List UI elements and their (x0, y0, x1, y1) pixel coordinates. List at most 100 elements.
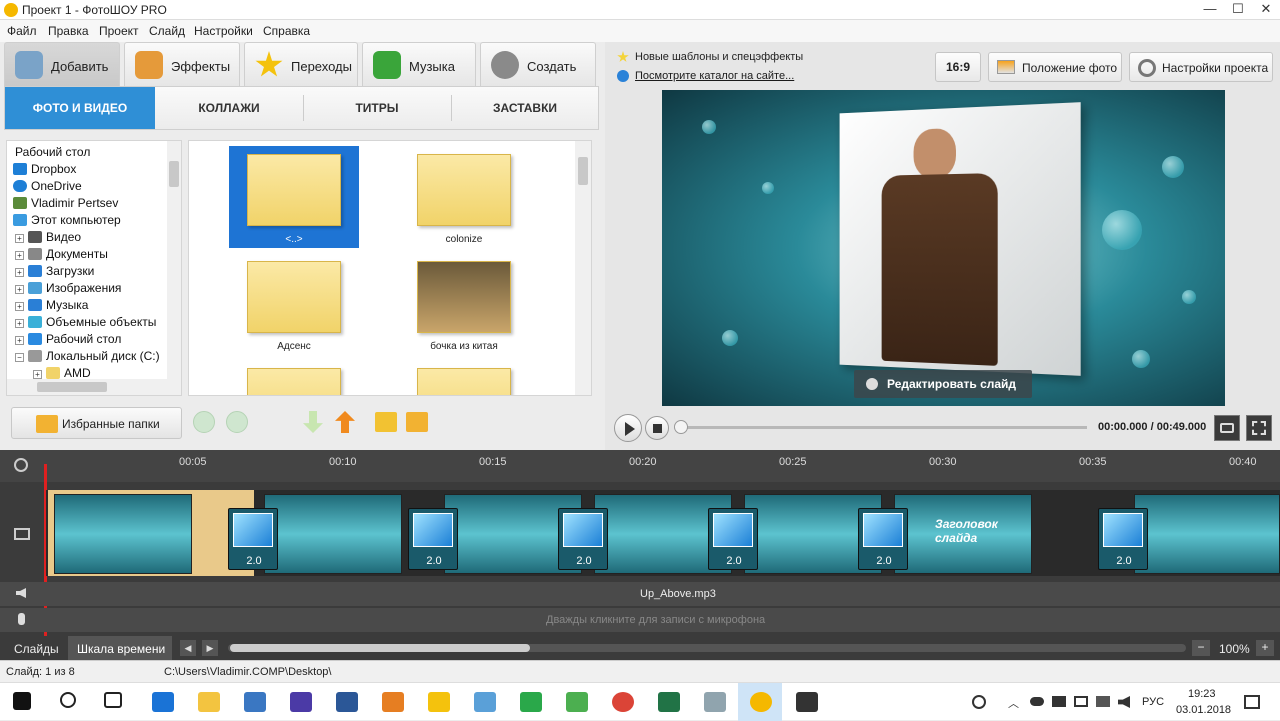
tree-item[interactable]: + Объемные объекты (15, 315, 156, 329)
transition-block[interactable]: 2.0 (858, 508, 908, 570)
file-item[interactable]: Адсенс (229, 253, 359, 355)
calculator-icon[interactable] (474, 692, 496, 712)
transition-block[interactable]: 2.0 (1098, 508, 1148, 570)
tab-effects[interactable]: Эффекты (124, 42, 240, 86)
transition-block[interactable]: 2.0 (228, 508, 278, 570)
back-icon[interactable] (193, 411, 215, 433)
expand-icon[interactable]: + (15, 234, 24, 243)
file-item[interactable] (399, 360, 529, 396)
tree-hscrollbar[interactable] (7, 379, 181, 395)
tree-item[interactable]: Dropbox (13, 162, 76, 176)
tree-item[interactable]: Рабочий стол (15, 145, 90, 159)
timeline-scroll-thumb[interactable] (230, 644, 530, 652)
minimize-icon[interactable]: — (1196, 0, 1224, 20)
tree-item[interactable]: + AMD (33, 366, 91, 380)
menu-slide[interactable]: Слайд (149, 24, 185, 38)
chevron-up-icon[interactable]: ︿ (1008, 695, 1019, 711)
zoom-out-icon[interactable]: − (1192, 640, 1210, 656)
close-icon[interactable]: ✕ (1252, 0, 1280, 20)
edge-icon[interactable] (152, 692, 174, 712)
tree-item[interactable]: + Рабочий стол (15, 332, 121, 346)
windows-start-icon[interactable] (13, 692, 31, 710)
expand-icon[interactable]: + (15, 268, 24, 277)
subtab-photo-video[interactable]: ФОТО И ВИДЕО (5, 87, 155, 129)
transition-block[interactable]: 2.0 (708, 508, 758, 570)
fullscreen-button[interactable] (1246, 415, 1272, 441)
tree-item[interactable]: + Загрузки (15, 264, 94, 278)
tab-timeline[interactable]: Шкала времени (77, 642, 165, 656)
slide-clip[interactable]: Заголовок слайда (894, 494, 1032, 574)
subtab-intros[interactable]: ЗАСТАВКИ (451, 87, 599, 129)
app-icon[interactable] (428, 692, 450, 712)
tree-item[interactable]: OneDrive (13, 179, 82, 193)
expand-icon[interactable]: + (33, 370, 42, 379)
app-icon[interactable] (704, 692, 726, 712)
app-icon[interactable] (566, 692, 588, 712)
menu-edit[interactable]: Правка (48, 24, 89, 38)
tree-item[interactable]: − Локальный диск (C:) (15, 349, 160, 363)
file-item[interactable]: бочка из китая (399, 253, 529, 355)
slide-clip[interactable] (54, 494, 192, 574)
maximize-icon[interactable]: ☐ (1224, 0, 1252, 20)
up-arrow-icon[interactable] (335, 411, 355, 433)
tree-item[interactable]: Vladimir Pertsev (13, 196, 118, 210)
network-icon[interactable] (1074, 696, 1088, 707)
clock-date[interactable]: 03.01.2018 (1176, 704, 1231, 716)
expand-icon[interactable]: + (15, 251, 24, 260)
search-icon[interactable] (60, 692, 76, 708)
slide-clip[interactable] (264, 494, 402, 574)
scroll-thumb[interactable] (169, 161, 179, 187)
audio-track[interactable]: Up_Above.mp3 (0, 582, 1280, 606)
clock-time[interactable]: 19:23 (1188, 688, 1216, 700)
people-icon[interactable] (972, 695, 986, 709)
project-settings-button[interactable]: Настройки проекта (1129, 52, 1273, 82)
slide-preview[interactable]: Редактировать слайд (662, 90, 1225, 406)
save-app-icon[interactable] (290, 692, 312, 712)
tray-icon[interactable] (1052, 696, 1066, 707)
menu-settings[interactable]: Настройки (194, 24, 253, 38)
stop-button[interactable] (645, 416, 669, 440)
chrome-icon[interactable] (612, 692, 634, 712)
notifications-icon[interactable] (1244, 695, 1260, 709)
tab-slides[interactable]: Слайды (14, 642, 59, 656)
subtab-titles[interactable]: ТИТРЫ (303, 87, 451, 129)
file-item[interactable]: <..> (229, 146, 359, 248)
expand-icon[interactable]: + (15, 336, 24, 345)
transition-block[interactable]: 2.0 (408, 508, 458, 570)
mic-track[interactable]: Дважды кликните для записи с микрофона (0, 608, 1280, 632)
tree-scrollbar[interactable] (167, 141, 181, 379)
tree-item[interactable]: + Документы (15, 247, 108, 261)
aspect-ratio-button[interactable]: 16:9 (935, 52, 981, 82)
store-icon[interactable] (244, 692, 266, 712)
scroll-right-icon[interactable]: ▶ (202, 640, 218, 656)
seek-bar[interactable] (675, 426, 1087, 429)
snapshot-button[interactable] (1214, 415, 1240, 441)
tab-create[interactable]: Создать (480, 42, 596, 86)
slide-clip[interactable] (1134, 494, 1280, 574)
tray-icon[interactable] (1096, 696, 1110, 707)
menu-project[interactable]: Проект (99, 24, 139, 38)
forward-icon[interactable] (226, 411, 248, 433)
word-icon[interactable] (336, 692, 358, 712)
app-icon[interactable] (520, 692, 542, 712)
tab-transitions[interactable]: Переходы (244, 42, 358, 86)
folder-add-icon[interactable] (375, 412, 397, 432)
seek-handle[interactable] (674, 420, 688, 434)
tree-item[interactable]: Этот компьютер (13, 213, 121, 227)
menu-file[interactable]: Файл (7, 24, 37, 38)
tree-item[interactable]: + Изображения (15, 281, 121, 295)
tree-item[interactable]: + Музыка (15, 298, 88, 312)
catalog-link[interactable]: Посмотрите каталог на сайте... (635, 70, 794, 82)
expand-icon[interactable]: + (15, 285, 24, 294)
scroll-thumb[interactable] (37, 382, 107, 392)
favorites-button[interactable]: Избранные папки (11, 407, 182, 439)
down-arrow-icon[interactable] (303, 411, 323, 433)
explorer-icon[interactable] (198, 692, 220, 712)
expand-icon[interactable]: − (15, 353, 24, 362)
fotoshow-icon[interactable] (750, 692, 772, 712)
scroll-left-icon[interactable]: ◀ (180, 640, 196, 656)
play-button[interactable] (614, 414, 642, 442)
tab-music[interactable]: Музыка (362, 42, 476, 86)
menu-help[interactable]: Справка (263, 24, 310, 38)
language-indicator[interactable]: РУС (1142, 696, 1164, 708)
